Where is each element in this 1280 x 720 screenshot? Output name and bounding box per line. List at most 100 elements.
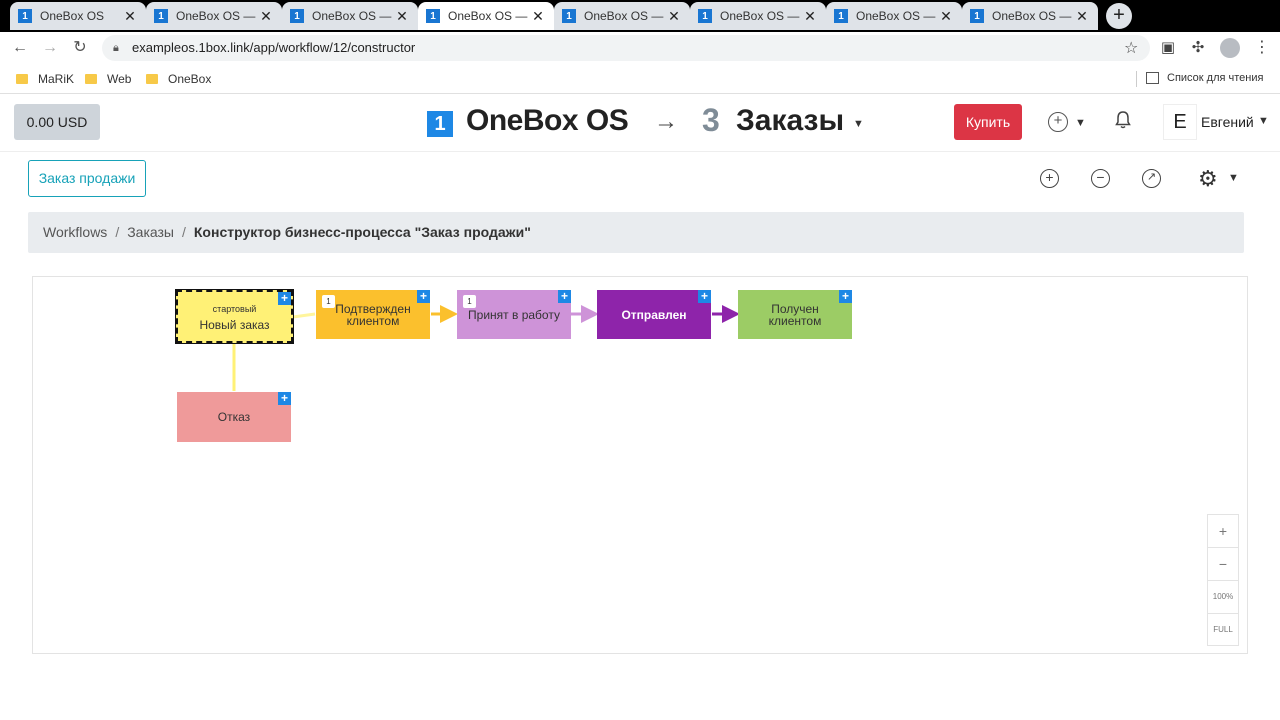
user-avatar[interactable]: E (1163, 104, 1197, 140)
bookmark-star-icon[interactable]: ☆ (1124, 38, 1138, 58)
zoom-in-circle-icon[interactable]: + (1040, 169, 1059, 188)
node-label: Отказ (217, 410, 251, 424)
workspace-name-dropdown[interactable]: Заказы (736, 104, 844, 138)
node-label: Отправлен (621, 307, 687, 322)
browser-menu-icon[interactable]: ⋮ (1254, 37, 1270, 57)
close-icon[interactable]: ✕ (802, 8, 818, 25)
buy-button[interactable]: Купить (954, 104, 1022, 140)
tab-title: OneBox OS — З (448, 9, 530, 23)
tab-title: OneBox OS (40, 9, 105, 23)
node-add-button[interactable]: + (698, 290, 711, 303)
workflow-node-new-order[interactable]: стартовый Новый заказ + (175, 289, 294, 344)
reading-list-icon (1146, 72, 1159, 84)
close-icon[interactable]: ✕ (394, 8, 410, 25)
browser-tab[interactable]: 1 OneBox OS — С ✕ (826, 2, 962, 30)
close-icon[interactable]: ✕ (666, 8, 682, 25)
tab-title: OneBox OS — Ан (720, 9, 802, 23)
breadcrumb-link-orders[interactable]: Заказы (127, 224, 174, 240)
node-label: Принят в работу (468, 307, 560, 322)
onebox-favicon-icon: 1 (154, 9, 168, 23)
onebox-favicon-icon: 1 (426, 9, 440, 23)
node-add-button[interactable]: + (278, 392, 291, 405)
workflow-node-received[interactable]: Получен клиентом + (738, 290, 852, 339)
breadcrumb-link-workflows[interactable]: Workflows (43, 224, 107, 240)
zoom-reset-button[interactable]: 100% (1207, 580, 1239, 613)
zoom-full-button[interactable]: FULL (1207, 613, 1239, 646)
zoom-out-button[interactable]: − (1207, 547, 1239, 580)
browser-tab[interactable]: 1 OneBox OS — Ан ✕ (554, 2, 690, 30)
node-add-button[interactable]: + (839, 290, 852, 303)
folder-icon (16, 74, 28, 84)
url-text: exampleos.1box.link/app/workflow/12/cons… (132, 40, 416, 55)
browser-tab[interactable]: 1 OneBox OS — Ан ✕ (146, 2, 282, 30)
profile-avatar[interactable] (1220, 38, 1240, 58)
onebox-favicon-icon: 1 (18, 9, 32, 23)
breadcrumb-separator: / (182, 224, 186, 240)
node-add-button[interactable]: + (278, 292, 291, 305)
browser-tab[interactable]: 1 OneBox OS ✕ (10, 2, 146, 30)
process-select-button[interactable]: Заказ продажи (28, 160, 146, 197)
caret-down-icon[interactable]: ▼ (1228, 172, 1239, 184)
bookmarks-bar: MaRiK Web OneBox Список для чтения (0, 64, 1280, 94)
caret-down-icon[interactable]: ▼ (1258, 115, 1269, 127)
reading-list-button[interactable]: Список для чтения (1146, 72, 1263, 84)
zoom-out-circle-icon[interactable]: − (1091, 169, 1110, 188)
folder-icon (146, 74, 158, 84)
logo-text[interactable]: OneBox OS (466, 104, 629, 138)
node-label: Новый заказ (199, 317, 270, 332)
workflow-node-in-work[interactable]: 1 Принят в работу + (457, 290, 571, 339)
breadcrumb: Workflows / Заказы / Конструктор бизнесс-про… (28, 212, 1244, 253)
bookmark-label: MaRiK (38, 72, 75, 86)
close-icon[interactable]: ✕ (258, 8, 274, 25)
node-count-badge: 1 (463, 295, 476, 308)
bookmark-folder[interactable]: OneBox (146, 72, 211, 86)
workflow-node-sent[interactable]: Отправлен + (597, 290, 711, 339)
browser-tab[interactable]: 1 OneBox OS — Ан ✕ (690, 2, 826, 30)
workflow-node-confirmed[interactable]: 1 Подтвержден клиентом + (316, 290, 430, 339)
browser-tab[interactable]: 1 OneBox OS — С ✕ (962, 2, 1098, 30)
add-circle-icon[interactable]: + (1048, 112, 1068, 132)
workflow-node-rejected[interactable]: Отказ + (177, 392, 291, 442)
url-input[interactable]: 🔒︎ exampleos.1box.link/app/workflow/12/c… (102, 35, 1150, 61)
lock-icon: 🔒︎ (113, 42, 119, 54)
caret-down-icon[interactable]: ▼ (1075, 117, 1086, 129)
app-header: 0.00 USD 1 OneBox OS → 3 Заказы ▼ Купить… (0, 96, 1280, 152)
zoom-in-button[interactable]: + (1207, 514, 1239, 547)
forward-arrow-icon[interactable]: → (40, 38, 60, 58)
node-add-button[interactable]: + (558, 290, 571, 303)
onebox-favicon-icon: 1 (562, 9, 576, 23)
onebox-favicon-icon: 1 (290, 9, 304, 23)
tab-title: OneBox OS — Ан (176, 9, 258, 23)
extensions-puzzle-icon[interactable]: ✣ (1188, 38, 1208, 56)
bell-icon[interactable] (1114, 110, 1132, 130)
onebox-favicon-icon: 1 (970, 9, 984, 23)
workflow-canvas[interactable]: стартовый Новый заказ + 1 Подтвержден кл… (32, 276, 1248, 654)
new-tab-button[interactable]: + (1106, 3, 1132, 29)
node-add-button[interactable]: + (417, 290, 430, 303)
reload-icon[interactable]: ↻ (70, 38, 90, 58)
close-icon[interactable]: ✕ (1074, 8, 1090, 25)
gear-icon[interactable]: ⚙ (1198, 166, 1218, 192)
open-external-circle-icon[interactable]: ↗ (1142, 169, 1161, 188)
tab-title: OneBox OS — С (312, 9, 394, 23)
close-icon[interactable]: ✕ (122, 8, 138, 25)
balance-button[interactable]: 0.00 USD (14, 104, 100, 140)
reading-list-label: Список для чтения (1167, 72, 1264, 84)
right-arrow-icon: → (654, 108, 678, 135)
browser-tab[interactable]: 1 OneBox OS — С ✕ (282, 2, 418, 30)
close-icon[interactable]: ✕ (530, 8, 546, 25)
caret-down-icon[interactable]: ▼ (853, 118, 864, 130)
close-icon[interactable]: ✕ (938, 8, 954, 25)
bookmark-folder[interactable]: MaRiK (16, 72, 74, 86)
node-sublabel: стартовый (212, 303, 257, 314)
onebox-favicon-icon: 1 (698, 9, 712, 23)
bookmark-folder[interactable]: Web (85, 72, 131, 86)
bookmark-label: OneBox (168, 72, 212, 86)
user-name[interactable]: Евгений (1201, 114, 1254, 130)
bookmark-label: Web (107, 72, 132, 86)
breadcrumb-separator: / (115, 224, 120, 240)
back-arrow-icon[interactable]: ← (10, 38, 30, 58)
picture-in-picture-icon[interactable]: ▣ (1158, 38, 1178, 56)
browser-tab-active[interactable]: 1 OneBox OS — З ✕ (418, 2, 554, 30)
connector-new-confirmed (292, 312, 316, 319)
